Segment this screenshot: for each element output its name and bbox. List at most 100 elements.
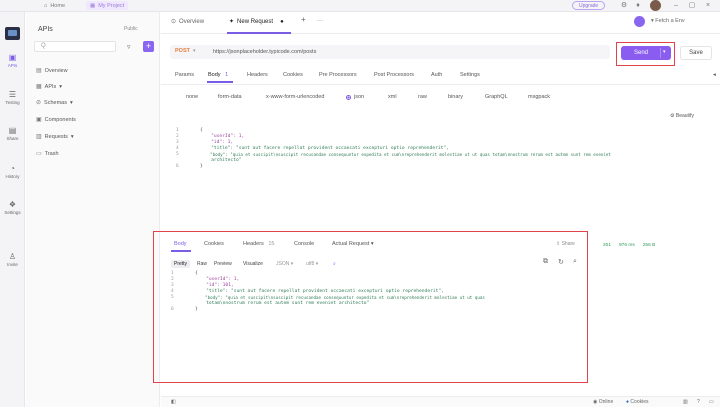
method-select[interactable]: POST [175,48,190,54]
format-visualize[interactable]: Visualize [240,260,266,268]
add-button[interactable]: + [143,41,154,52]
body-type-urlencoded[interactable]: x-www-form-urlencoded [266,94,324,100]
panel-icon[interactable]: ▭ [709,399,714,405]
sidebar-title: APIs [38,26,53,33]
body-type-binary[interactable]: binary [448,94,463,100]
body-type-xml[interactable]: xml [388,94,397,100]
format-raw[interactable]: Raw [194,260,210,268]
tab-pre-processors[interactable]: Pre Processors [319,72,357,78]
response-body-viewer[interactable]: 1 { 2 "userId": 1, 3 "id": 101, 4 "title… [165,269,575,329]
chevron-down-icon: ▾ [370,241,374,247]
response-tab-cookies[interactable]: Cookies [204,241,224,247]
search-icon[interactable]: ⌕ [573,258,577,266]
send-divider [660,48,661,58]
status-bar: ◧ ◉ Online ● Cookies ▥ ? ▭ [161,396,720,407]
response-status: 201 976 ms 256 B [603,243,655,248]
tab-settings[interactable]: Settings [460,72,480,78]
close-icon[interactable]: × [704,2,712,10]
maximize-icon[interactable]: ▢ [688,2,696,10]
response-tab-console[interactable]: Console [294,241,314,247]
filter-icon[interactable]: ▿ [127,43,131,51]
testing-icon: ☰ [8,90,17,99]
tab-headers[interactable]: Headers [247,72,268,78]
more-tabs-icon[interactable]: ··· [317,18,323,24]
layout-icon[interactable]: ▥ [683,399,688,405]
rail-item-apis[interactable]: ▣ APIs [0,53,25,68]
settings-icon[interactable]: ⚙ [620,2,628,10]
active-response-tab-indicator [171,250,191,252]
body-type-raw[interactable]: raw [418,94,427,100]
refresh-icon[interactable]: ↻ [558,258,564,266]
rail-item-invite[interactable]: ♙ Invite [0,252,25,267]
minimize-icon[interactable]: – [672,2,680,10]
tab-cookies[interactable]: Cookies [283,72,303,78]
home-icon: ⌂ [44,2,48,9]
body-type-form-data[interactable]: form-data [218,94,242,100]
body-type-graphql[interactable]: GraphQL [485,94,508,100]
tab-params[interactable]: Params [175,72,194,78]
tab-new-request[interactable]: ✦ New Request ● [229,18,284,26]
sidebar-toggle-icon[interactable]: ◧ [171,399,176,405]
collapse-icon[interactable]: ◂ [713,72,716,78]
sidebar-item-requests[interactable]: ▥ Requests ▾ [36,133,74,141]
request-body-editor[interactable]: 1 { 2 "userId": 1, 3 "id": 1, 4 "title":… [170,124,715,196]
notification-icon[interactable]: ♦ [634,2,642,10]
tab-body[interactable]: Body 1 [208,72,228,78]
format-type-select[interactable]: JSON ▾ [273,260,296,268]
search-icon[interactable]: ⌕ [330,260,339,268]
invite-icon: ♙ [8,252,17,261]
avatar[interactable] [650,0,661,11]
body-type-msgpack[interactable]: msgpack [528,94,550,100]
tab-overview[interactable]: ⊙ Overview [171,18,204,26]
encoding-select[interactable]: utf8 ▾ [303,260,321,268]
copy-icon[interactable]: ⧉ [543,258,548,266]
env-icon[interactable] [634,16,645,27]
chevron-down-icon: ▾ [59,83,63,90]
project-tab[interactable]: ▦ My Project [86,1,129,10]
format-preview[interactable]: Preview [211,260,235,268]
headers-count-badge: 15 [268,241,275,247]
share-button[interactable]: ⇪ Share [556,241,575,247]
cookies-button[interactable]: ● Cookies [626,399,649,405]
response-tab-actual-request[interactable]: Actual Request ▾ [332,241,374,247]
beautify-button[interactable]: ⚙ Beautify [670,113,694,119]
url-input[interactable]: https://jsonplaceholder.typicode.com/pos… [213,49,316,55]
rail-item-testing[interactable]: ☰ Testing [0,90,25,105]
history-icon: ◔ [10,164,15,173]
top-bar: ⌂ Home ▦ My Project Upgrade ⚙ ♦ – ▢ × [0,0,720,12]
team-selector[interactable]: Public [124,26,138,32]
settings-icon: ❖ [8,200,17,209]
search-input[interactable]: Q [34,41,116,52]
help-icon[interactable]: ? [697,399,700,405]
share-icon: ▤ [8,126,17,135]
new-tab-icon[interactable]: + [301,15,306,24]
chevron-down-icon[interactable]: ▾ [663,49,666,55]
sidebar-item-overview[interactable]: ▤ Overview [36,67,68,75]
response-time: 976 ms [619,243,635,248]
unsaved-dot-icon: ● [280,18,284,25]
rail-item-history[interactable]: ◔ History [0,164,25,179]
sidebar-item-schemas[interactable]: ⊘ Schemas ▾ [36,99,73,107]
environment-select[interactable]: ▾ Fetch a Env [651,18,685,24]
sidebar-item-components[interactable]: ▣ Components [36,116,76,124]
chevron-down-icon[interactable]: ▾ [193,48,196,54]
upgrade-button[interactable]: Upgrade [572,1,606,10]
url-bar[interactable]: POST ▾ https://jsonplaceholder.typicode.… [170,45,610,59]
send-button[interactable]: Send ▾ [621,46,671,60]
tab-post-processors[interactable]: Post Processors [374,72,414,78]
sidebar-item-apis[interactable]: ▦ APIs ▾ [36,83,63,91]
body-type-none[interactable]: none [186,94,198,100]
sidebar-item-trash[interactable]: ▭ Trash [36,150,59,158]
response-tab-body[interactable]: Body [174,241,187,247]
response-size: 256 B [642,243,656,248]
online-status[interactable]: ◉ Online [593,399,613,405]
rail-item-settings[interactable]: ❖ Settings [0,200,25,215]
body-type-json[interactable]: json [346,94,364,100]
document-tabs: ⊙ Overview ✦ New Request ● + ··· ▾ Fetch… [161,12,720,34]
tab-auth[interactable]: Auth [431,72,442,78]
home-tab[interactable]: ⌂ Home [40,1,69,10]
rail-item-share[interactable]: ▤ Share [0,126,25,141]
response-tab-headers[interactable]: Headers 15 [243,241,274,247]
format-pretty[interactable]: Pretty [171,260,191,268]
save-button[interactable]: Save [680,46,712,60]
